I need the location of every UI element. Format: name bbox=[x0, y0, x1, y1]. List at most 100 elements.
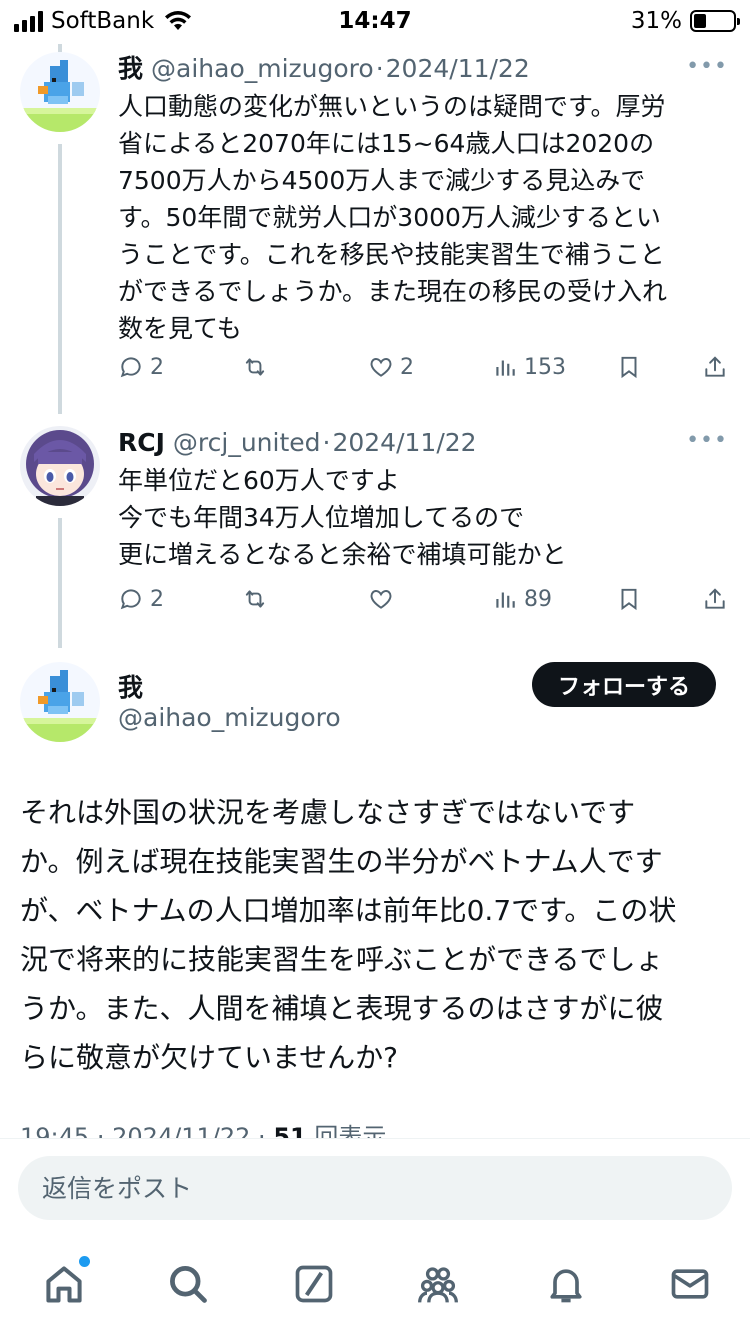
share-button[interactable] bbox=[702, 354, 728, 380]
tweet-text-line: 省によると2070年には15~64歳人口は2020の bbox=[118, 129, 655, 158]
tweet[interactable]: RCJ @rcj_united · 2024/11/22 年単位だと60万人です… bbox=[0, 426, 750, 648]
reply-bar bbox=[0, 1138, 750, 1238]
display-name[interactable]: RCJ bbox=[118, 426, 165, 460]
retweet-button[interactable] bbox=[242, 586, 274, 612]
tab-search[interactable] bbox=[164, 1260, 212, 1308]
heart-icon bbox=[370, 358, 392, 377]
home-icon bbox=[46, 1266, 82, 1303]
like-count: 2 bbox=[400, 354, 414, 380]
tab-home[interactable] bbox=[40, 1256, 90, 1308]
tweet-text-line: が、ベトナムの人口増加率は前年比0.7です。この状 bbox=[20, 894, 677, 927]
tweet-date: 2024/11/22 bbox=[112, 1123, 251, 1138]
view-count: 153 bbox=[524, 354, 566, 380]
user-handle[interactable]: @aihao_mizugoro bbox=[118, 703, 341, 732]
tweet-text: それは外国の状況を考慮しなさすぎではないです か。例えば現在技能実習生の半分がベ… bbox=[20, 788, 676, 1082]
tweet[interactable]: 我 @aihao_mizugoro · 2024/11/22 人口動態の変化が無… bbox=[0, 52, 750, 414]
tweet-text-line: 更に増えるとなると余裕で補填可能かと bbox=[118, 540, 567, 569]
tab-notifications[interactable] bbox=[542, 1260, 590, 1308]
reply-icon bbox=[120, 357, 141, 378]
status-right: 31% bbox=[630, 8, 740, 34]
views-count: 51 bbox=[273, 1123, 307, 1138]
search-icon bbox=[170, 1266, 207, 1303]
tweet-header: RCJ @rcj_united · 2024/11/22 bbox=[118, 426, 730, 460]
views-label: 回表示 bbox=[314, 1123, 387, 1138]
meta-separator: · bbox=[96, 1123, 113, 1138]
mudkip-avatar-image bbox=[20, 52, 100, 132]
bookmark-button[interactable] bbox=[616, 354, 642, 380]
meta-separator: · bbox=[258, 1123, 274, 1138]
tab-communities[interactable] bbox=[414, 1260, 462, 1308]
tweet-text-line: 人口動態の変化が無いというのは疑問です。厚労 bbox=[118, 92, 666, 121]
communities-icon bbox=[418, 1267, 458, 1303]
status-bar: SoftBank 14:47 31% bbox=[0, 0, 750, 44]
thread-line bbox=[58, 518, 62, 648]
tweet-date[interactable]: 2024/11/22 bbox=[386, 52, 530, 86]
user-handle[interactable]: @rcj_united bbox=[173, 426, 321, 460]
bookmark-button[interactable] bbox=[616, 586, 642, 612]
follow-button[interactable]: フォローする bbox=[531, 662, 716, 707]
tweet-text: 人口動態の変化が無いというのは疑問です。厚労 省によると2070年には15~64… bbox=[118, 88, 730, 347]
user-handle[interactable]: @aihao_mizugoro bbox=[151, 52, 374, 86]
battery-icon bbox=[690, 10, 740, 32]
more-options-icon[interactable]: ••• bbox=[686, 54, 728, 79]
separator-dot: · bbox=[375, 54, 384, 83]
tweet-meta: 19:45 · 2024/11/22 · 51 回表示 bbox=[20, 1122, 386, 1138]
tweet-text-line: らに敬意が欠けていませんか? bbox=[20, 1041, 399, 1074]
bookmark-icon bbox=[621, 588, 637, 611]
mudkip-avatar-image bbox=[20, 662, 100, 742]
reply-count: 2 bbox=[150, 586, 164, 612]
tweet-text-line: 数を見ても bbox=[118, 314, 242, 343]
notification-dot bbox=[79, 1256, 90, 1267]
tweet-actions: 2 2 153 bbox=[118, 354, 730, 384]
retweet-button[interactable] bbox=[242, 354, 274, 380]
reply-input[interactable] bbox=[18, 1156, 732, 1220]
avatar[interactable] bbox=[20, 426, 100, 506]
thread-line bbox=[58, 44, 62, 52]
like-button[interactable] bbox=[368, 586, 400, 612]
tweet-text-line: うことです。これを移民や技能実習生で補うこと bbox=[118, 240, 665, 269]
reply-icon bbox=[120, 589, 141, 610]
display-name[interactable]: 我 bbox=[118, 52, 143, 86]
reply-button[interactable]: 2 bbox=[118, 586, 164, 612]
avatar[interactable] bbox=[20, 52, 100, 132]
views-button[interactable]: 153 bbox=[492, 354, 566, 380]
tweet-text: 年単位だと60万人ですよ 今でも年間34万人位増加してるので 更に増えるとなると… bbox=[118, 462, 730, 573]
notifications-icon bbox=[550, 1269, 582, 1303]
tweet-text-line: うか。また、人間を補填と表現するのはさすがに彼 bbox=[20, 992, 664, 1025]
tweet-text-line: ができるでしょうか。また現在の移民の受け入れ bbox=[118, 277, 668, 306]
view-count: 89 bbox=[524, 586, 552, 612]
bottom-tab-bar bbox=[0, 1238, 750, 1334]
tweet-text-line: 況で将来的に技能実習生を呼ぶことができるでしょ bbox=[20, 943, 664, 976]
tab-grok[interactable] bbox=[290, 1260, 338, 1308]
share-button[interactable] bbox=[702, 586, 728, 612]
bookmark-icon bbox=[621, 356, 637, 379]
reply-count: 2 bbox=[150, 354, 164, 380]
battery-percent: 31% bbox=[630, 8, 682, 34]
heart-icon bbox=[370, 590, 392, 609]
tab-messages[interactable] bbox=[666, 1260, 714, 1308]
reply-button[interactable]: 2 bbox=[118, 354, 164, 380]
display-name[interactable]: 我 bbox=[118, 668, 143, 704]
analytics-icon bbox=[496, 360, 515, 376]
tweet-time: 19:45 bbox=[20, 1123, 90, 1138]
tweet-header: 我 @aihao_mizugoro · 2024/11/22 bbox=[118, 52, 730, 86]
more-options-icon[interactable]: ••• bbox=[686, 428, 728, 453]
tweet-text-line: 今でも年間34万人位増加してるので bbox=[118, 503, 525, 532]
messages-icon bbox=[671, 1269, 709, 1299]
like-button[interactable]: 2 bbox=[368, 354, 414, 380]
tweet-text-line: 7500万人から4500万人まで減少する見込みで bbox=[118, 166, 646, 195]
tweet-text-line: す。50年間で就労人口が3000万人減少するとい bbox=[118, 203, 661, 232]
retweet-icon bbox=[245, 358, 265, 376]
views-button[interactable]: 89 bbox=[492, 586, 552, 612]
tweet-text-line: それは外国の状況を考慮しなさすぎではないです bbox=[20, 796, 636, 829]
tweet-date[interactable]: 2024/11/22 bbox=[332, 426, 476, 460]
separator-dot: · bbox=[322, 428, 331, 457]
anime-girl-avatar-image bbox=[20, 426, 100, 506]
tweet-text-line: か。例えば現在技能実習生の半分がベトナム人です bbox=[20, 845, 663, 878]
grok-icon bbox=[295, 1265, 333, 1303]
share-icon bbox=[705, 588, 725, 609]
analytics-icon bbox=[496, 592, 515, 608]
avatar[interactable] bbox=[20, 662, 100, 742]
thread-line bbox=[58, 144, 62, 414]
tweet-actions: 2 89 bbox=[118, 586, 730, 616]
